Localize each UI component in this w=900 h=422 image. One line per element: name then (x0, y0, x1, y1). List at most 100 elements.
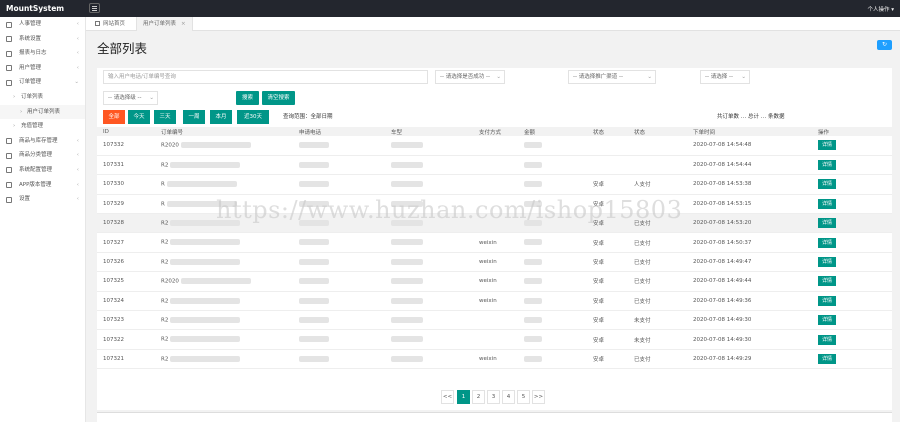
cell-amount (518, 349, 587, 370)
page-button[interactable]: 1 (457, 390, 470, 404)
column-header: 状态 (587, 127, 628, 136)
cell-status: 已支付 (628, 291, 687, 312)
level-select[interactable]: -- 请选择级 -- ⌄ (103, 91, 158, 105)
page-button[interactable]: 2 (472, 390, 485, 404)
chevron-right-icon: › (13, 93, 16, 100)
cell-action: 详情 (812, 271, 892, 292)
sidebar-item-settings[interactable]: 系统设置 ‹ (0, 32, 85, 47)
range-week-button[interactable]: 一周 (183, 110, 205, 124)
details-button[interactable]: 详情 (818, 218, 836, 229)
table-row: 107325 R2020 weixin 安卓 已支付 2020-07-08 14:49:4… (97, 271, 892, 292)
cell-phone (293, 136, 385, 156)
details-button[interactable]: 详情 (818, 257, 836, 268)
column-header: 操作 (812, 127, 892, 136)
home-icon (95, 21, 100, 26)
sidebar-subitem-recharge[interactable]: › 充值管理 (0, 119, 85, 134)
sidebar-item-app-version[interactable]: APP版本管理 ‹ (0, 178, 85, 193)
order-number: R2 (161, 239, 169, 246)
sidebar-item-config[interactable]: 系统配置管理 ‹ (0, 163, 85, 178)
cell-platform: 安卓 (587, 310, 628, 331)
cell-order: R (155, 174, 293, 195)
column-header: 状态 (628, 127, 687, 136)
details-button[interactable]: 详情 (818, 315, 836, 326)
sidebar-subitem-order-list[interactable]: › 订单列表 (0, 90, 85, 105)
channel-select[interactable]: -- 请选择推广渠道 -- ⌄ (568, 70, 656, 84)
redacted-value (170, 297, 241, 304)
clear-search-button[interactable]: 清空搜索 (262, 91, 295, 105)
redacted-value (180, 142, 251, 149)
page-button[interactable]: 3 (487, 390, 500, 404)
redacted-value (170, 161, 241, 168)
range-3days-button[interactable]: 三天 (154, 110, 176, 124)
close-icon[interactable]: × (181, 21, 186, 27)
details-button[interactable]: 详情 (818, 276, 836, 287)
order-number: R2 (161, 317, 169, 324)
details-button[interactable]: 详情 (818, 160, 836, 171)
cell-action: 详情 (812, 310, 892, 331)
sidebar-item-categories[interactable]: 商品分类管理 ‹ (0, 148, 85, 163)
prev-page-button[interactable]: << (441, 390, 454, 404)
details-button[interactable]: 详情 (818, 140, 836, 151)
redacted-value (524, 239, 542, 246)
user-menu[interactable]: 个人操作 ▾ (867, 5, 894, 13)
cell-id: 107321 (97, 349, 155, 370)
type-select[interactable]: -- 请选择 -- ⌄ (700, 70, 750, 84)
tab-home[interactable]: 网站首页 (89, 17, 131, 31)
sidebar: 人事管理 ‹ 系统设置 ‹ 报表与日志 ‹ 用户管理 ‹ 订单管理 ⌄ › 订单列表 › 用户… (0, 17, 86, 422)
cell-id: 107328 (97, 213, 155, 234)
tab-user-orders[interactable]: 用户订单列表 × (136, 17, 193, 31)
chevron-down-icon: ⌄ (149, 95, 154, 101)
next-page-button[interactable]: >> (532, 390, 545, 404)
details-button[interactable]: 详情 (818, 295, 836, 306)
sidebar-item-goods[interactable]: 商品与库存管理 ‹ (0, 134, 85, 149)
redacted-value (299, 316, 329, 323)
cell-action: 详情 (812, 155, 892, 176)
folder-icon (6, 152, 12, 159)
page-title: 全部列表 (97, 41, 148, 56)
cell-model (385, 252, 473, 273)
sidebar-item-reports[interactable]: 报表与日志 ‹ (0, 46, 85, 61)
search-button[interactable]: 搜索 (236, 91, 259, 105)
range-month-button[interactable]: 本月 (210, 110, 232, 124)
range-30days-button[interactable]: 近30天 (237, 110, 269, 124)
cell-model (385, 232, 473, 253)
sidebar-subitem-user-orders[interactable]: › 用户订单列表 (0, 104, 85, 120)
details-button[interactable]: 详情 (818, 198, 836, 209)
sidebar-item-setup[interactable]: 设置 ‹ (0, 192, 85, 207)
bottom-scrollbar[interactable] (97, 412, 892, 422)
cell-time: 2020-07-08 14:53:20 (687, 213, 812, 234)
range-all-button[interactable]: 全部 (103, 110, 125, 124)
details-button[interactable]: 详情 (818, 179, 836, 190)
cell-time: 2020-07-08 14:49:36 (687, 291, 812, 312)
cell-action: 详情 (812, 349, 892, 370)
cell-action: 详情 (812, 329, 892, 350)
folder-icon (6, 65, 12, 72)
cell-action: 详情 (812, 291, 892, 312)
redacted-value (391, 355, 423, 362)
cell-time: 2020-07-08 14:49:47 (687, 252, 812, 273)
sidebar-item-hr[interactable]: 人事管理 ‹ (0, 17, 85, 32)
range-today-button[interactable]: 今天 (128, 110, 150, 124)
order-number: R2 (161, 162, 169, 169)
cell-status: 已支付 (628, 271, 687, 292)
sidebar-item-users[interactable]: 用户管理 ‹ (0, 61, 85, 76)
page-button[interactable]: 4 (502, 390, 515, 404)
folder-icon (6, 138, 12, 145)
details-button[interactable]: 详情 (818, 237, 836, 248)
details-button[interactable]: 详情 (818, 334, 836, 345)
refresh-button[interactable]: ↻ (877, 40, 892, 50)
status-select[interactable]: -- 请选择是否成功 -- ⌄ (435, 70, 505, 84)
menu-toggle-icon[interactable] (89, 3, 100, 13)
search-input[interactable]: 输入用户电话/订单编号查询 (103, 70, 428, 84)
content-panel: 输入用户电话/订单编号查询 -- 请选择是否成功 -- ⌄ -- 请选择推广渠道 … (97, 68, 892, 410)
order-number: R2 (161, 220, 169, 227)
chevron-down-icon: ⌄ (741, 74, 746, 80)
sidebar-item-orders[interactable]: 订单管理 ⌄ (0, 75, 85, 90)
cell-pay (473, 329, 518, 350)
details-button[interactable]: 详情 (818, 353, 836, 364)
tab-bar: 网站首页 用户订单列表 × (86, 17, 900, 31)
cell-status: 已支付 (628, 252, 687, 273)
redacted-value (524, 278, 542, 285)
page-button[interactable]: 5 (517, 390, 530, 404)
cell-id: 107323 (97, 310, 155, 331)
